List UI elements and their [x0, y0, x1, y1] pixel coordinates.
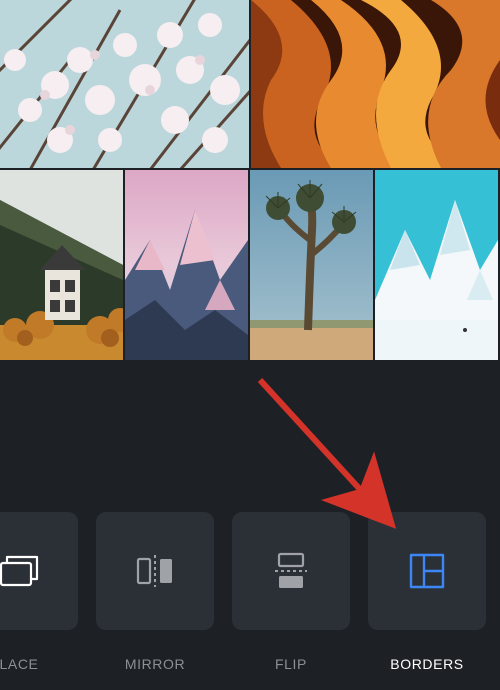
label-flip: FLIP	[232, 656, 350, 672]
collage-cell-snowy[interactable]	[375, 170, 498, 360]
flip-icon	[265, 545, 317, 597]
cherry-blossoms-icon	[0, 0, 249, 168]
replace-icon	[0, 545, 45, 597]
borders-icon	[401, 545, 453, 597]
alpine-sunset-icon	[125, 170, 248, 360]
tool-replace[interactable]	[0, 512, 78, 630]
collage-cell-blossoms[interactable]	[0, 0, 249, 168]
collage-row-bottom	[0, 170, 500, 360]
tool-flip[interactable]	[232, 512, 350, 630]
tool-labels: LACE MIRROR FLIP BORDERS	[0, 656, 500, 672]
tool-mirror[interactable]	[96, 512, 214, 630]
label-replace: LACE	[0, 656, 78, 672]
house-autumn-icon	[0, 170, 123, 360]
mirror-icon	[129, 545, 181, 597]
collage-cell-house[interactable]	[0, 170, 123, 360]
photo-collage	[0, 0, 500, 360]
label-borders: BORDERS	[368, 656, 486, 672]
tool-borders[interactable]	[368, 512, 486, 630]
tool-row	[0, 512, 500, 630]
label-mirror: MIRROR	[96, 656, 214, 672]
slot-canyon-icon	[251, 0, 500, 168]
collage-cell-canyon[interactable]	[251, 0, 500, 168]
collage-row-top	[0, 0, 500, 168]
collage-cell-alpine[interactable]	[125, 170, 248, 360]
edit-toolbar: LACE MIRROR FLIP BORDERS	[0, 360, 500, 690]
collage-cell-joshua[interactable]	[250, 170, 373, 360]
joshua-tree-icon	[250, 170, 373, 360]
snowy-peak-icon	[375, 170, 498, 360]
